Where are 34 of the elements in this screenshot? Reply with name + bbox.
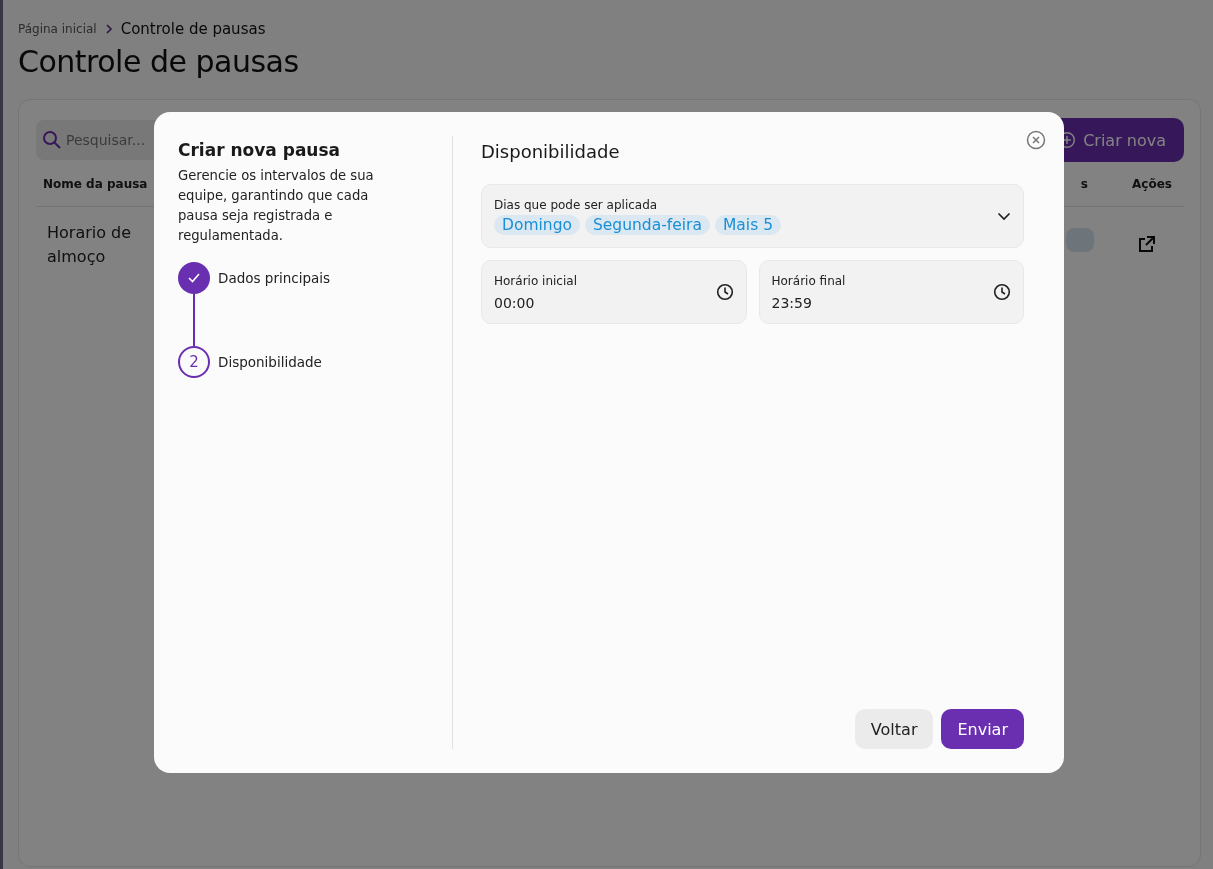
back-button[interactable]: Voltar — [854, 709, 934, 749]
section-title: Disponibilidade — [481, 141, 621, 162]
field-value: 23:59 — [771, 294, 813, 311]
days-select-field[interactable]: Dias que pode ser aplicada Domingo Segunda-feira Mais 5 — [481, 184, 1024, 248]
modal-description: Gerencie os intervalos de sua equipe, garantindo que cada pausa seja registrada e regulamentada. — [178, 167, 375, 245]
field-value: 00:00 — [494, 294, 536, 311]
external-link-icon[interactable] — [1136, 235, 1156, 255]
breadcrumb-link[interactable]: Página inicial — [18, 22, 97, 36]
clock-icon — [715, 283, 734, 301]
day-chip: Mais 5 — [714, 214, 781, 235]
step-label: Disponibilidade — [218, 354, 322, 370]
clock-icon — [993, 283, 1011, 301]
page-title: Controle de pausas — [18, 44, 300, 79]
step-label: Dados principais — [218, 270, 331, 286]
field-label: Horário final — [771, 273, 846, 288]
breadcrumb-link[interactable]: Controle de pausas — [120, 20, 266, 38]
field-label: Dias que pode ser aplicada — [494, 197, 659, 212]
chevron-down-icon — [997, 211, 1011, 221]
table-cell-text: Horario de almoço — [46, 222, 133, 268]
field-label: Horário inicial — [494, 273, 577, 288]
submit-button[interactable]: Enviar — [941, 709, 1024, 749]
day-chip: Domingo — [494, 214, 580, 235]
step-connector — [193, 294, 195, 346]
column-header: s — [1079, 177, 1089, 191]
time-field[interactable]: Horário final 23:59 — [758, 260, 1024, 324]
search-icon — [42, 130, 62, 150]
modal-title: Criar nova pausa — [178, 140, 342, 160]
step-number: 2 — [178, 346, 210, 378]
time-field[interactable]: Horário inicial 00:00 — [481, 260, 747, 324]
column-header: Ações — [1131, 177, 1173, 191]
column-header: Nome da pausa — [42, 177, 149, 191]
close-icon[interactable] — [1026, 130, 1046, 150]
chevron-right-icon — [104, 24, 113, 34]
day-chip: Segunda-feira — [585, 214, 710, 235]
